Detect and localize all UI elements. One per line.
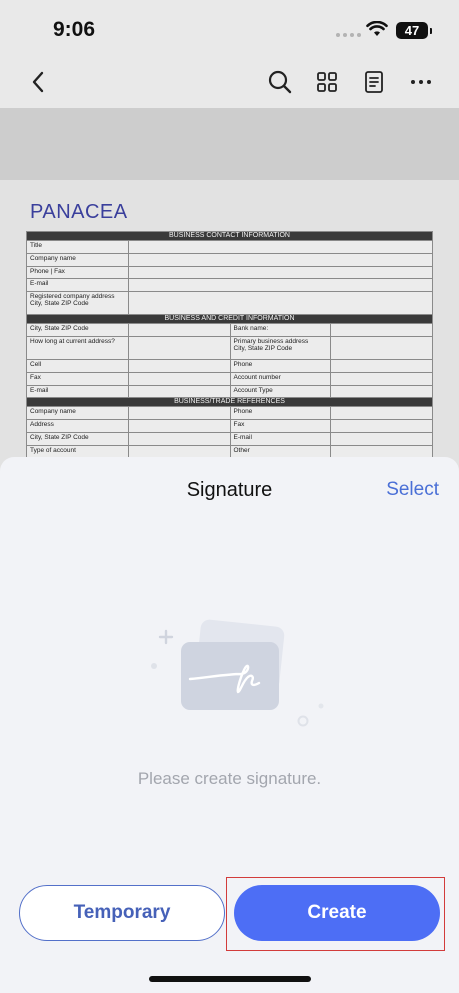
form-label-line: City, State ZIP Code <box>30 300 89 308</box>
form-label: Phone | Fax <box>26 265 129 280</box>
document-brand: PANACEA <box>30 201 128 223</box>
highlight-box <box>226 877 445 951</box>
form-label: Fax <box>229 419 332 433</box>
form-label-line: City, State ZIP Code <box>233 344 293 352</box>
grid-icon <box>317 72 337 92</box>
form-field[interactable] <box>127 358 231 373</box>
wifi-icon <box>366 21 388 36</box>
form-field[interactable] <box>127 406 231 421</box>
status-time: 9:06 <box>53 18 96 41</box>
signature-sheet: Signature Select Please create signature… <box>0 457 459 993</box>
battery-icon: 47 <box>396 22 432 39</box>
form-label-line: Primary business address <box>233 337 309 345</box>
form-field[interactable] <box>127 252 434 267</box>
form-label: Company name <box>26 406 129 421</box>
grid-view-button[interactable] <box>311 66 343 98</box>
form-field[interactable] <box>330 323 433 337</box>
form-label: E-mail <box>26 384 129 399</box>
form-label: How long at current address? <box>26 335 129 360</box>
form-label: Phone <box>229 406 332 421</box>
form-label-line: Registered company address <box>30 293 115 301</box>
form-label: Account Type <box>229 384 332 399</box>
form-field[interactable] <box>330 371 433 386</box>
form-label: Fax <box>26 371 129 386</box>
form-field[interactable] <box>127 431 231 446</box>
section-header: BUSINESS CONTACT INFORMATION <box>26 231 433 241</box>
document-toolbar <box>0 58 459 108</box>
back-button[interactable] <box>22 66 54 98</box>
outline-button[interactable] <box>358 66 390 98</box>
home-indicator <box>149 976 311 982</box>
form-field[interactable] <box>127 265 434 280</box>
document-page[interactable]: PANACEA BUSINESS CONTACT INFORMATION Tit… <box>0 180 459 470</box>
form-label: Title <box>26 240 129 254</box>
empty-state-text: Please create signature. <box>137 769 322 788</box>
form-label: Primary business address City, State ZIP … <box>229 335 332 360</box>
form-field[interactable] <box>127 335 231 360</box>
select-button[interactable]: Select <box>386 479 439 501</box>
form-field[interactable] <box>127 419 231 433</box>
form-label: City, State ZIP Code <box>26 323 129 337</box>
empty-signature-illustration <box>151 619 324 727</box>
form-field[interactable] <box>127 371 231 386</box>
form-label: Account number <box>229 371 332 386</box>
form-label: E-mail <box>26 278 129 293</box>
application-form: BUSINESS CONTACT INFORMATION Title Compa… <box>26 231 434 459</box>
form-label: Company name <box>26 252 129 267</box>
more-button[interactable] <box>405 66 437 98</box>
form-field[interactable] <box>127 384 231 399</box>
document-icon <box>365 71 383 93</box>
form-label: E-mail <box>229 431 332 446</box>
more-icon <box>411 80 431 84</box>
form-field[interactable] <box>330 358 433 373</box>
status-bar: 9:06 47 <box>0 0 459 58</box>
form-label: Phone <box>229 358 332 373</box>
section-header: BUSINESS AND CREDIT INFORMATION <box>26 314 433 325</box>
form-label: Cell <box>26 358 129 373</box>
form-field[interactable] <box>127 240 434 254</box>
form-field[interactable] <box>127 278 434 293</box>
form-label: City, State ZIP Code <box>26 431 129 446</box>
chevron-left-icon <box>32 71 44 93</box>
form-field[interactable] <box>330 406 433 421</box>
form-field[interactable] <box>330 419 433 433</box>
search-icon <box>268 70 292 94</box>
form-field[interactable] <box>330 431 433 446</box>
form-field[interactable] <box>127 323 231 337</box>
document-canvas <box>0 108 459 180</box>
cellular-signal-icon <box>336 33 361 37</box>
section-header: BUSINESS/TRADE REFERENCES <box>26 397 433 408</box>
search-button[interactable] <box>264 66 296 98</box>
form-label: Address <box>26 419 129 433</box>
form-field[interactable] <box>127 291 434 316</box>
temporary-button[interactable]: Temporary <box>19 885 225 941</box>
form-field[interactable] <box>330 335 433 360</box>
form-label: Registered company address City, State ZI… <box>26 291 129 316</box>
form-label: Bank name: <box>229 323 332 337</box>
form-field[interactable] <box>330 384 433 399</box>
